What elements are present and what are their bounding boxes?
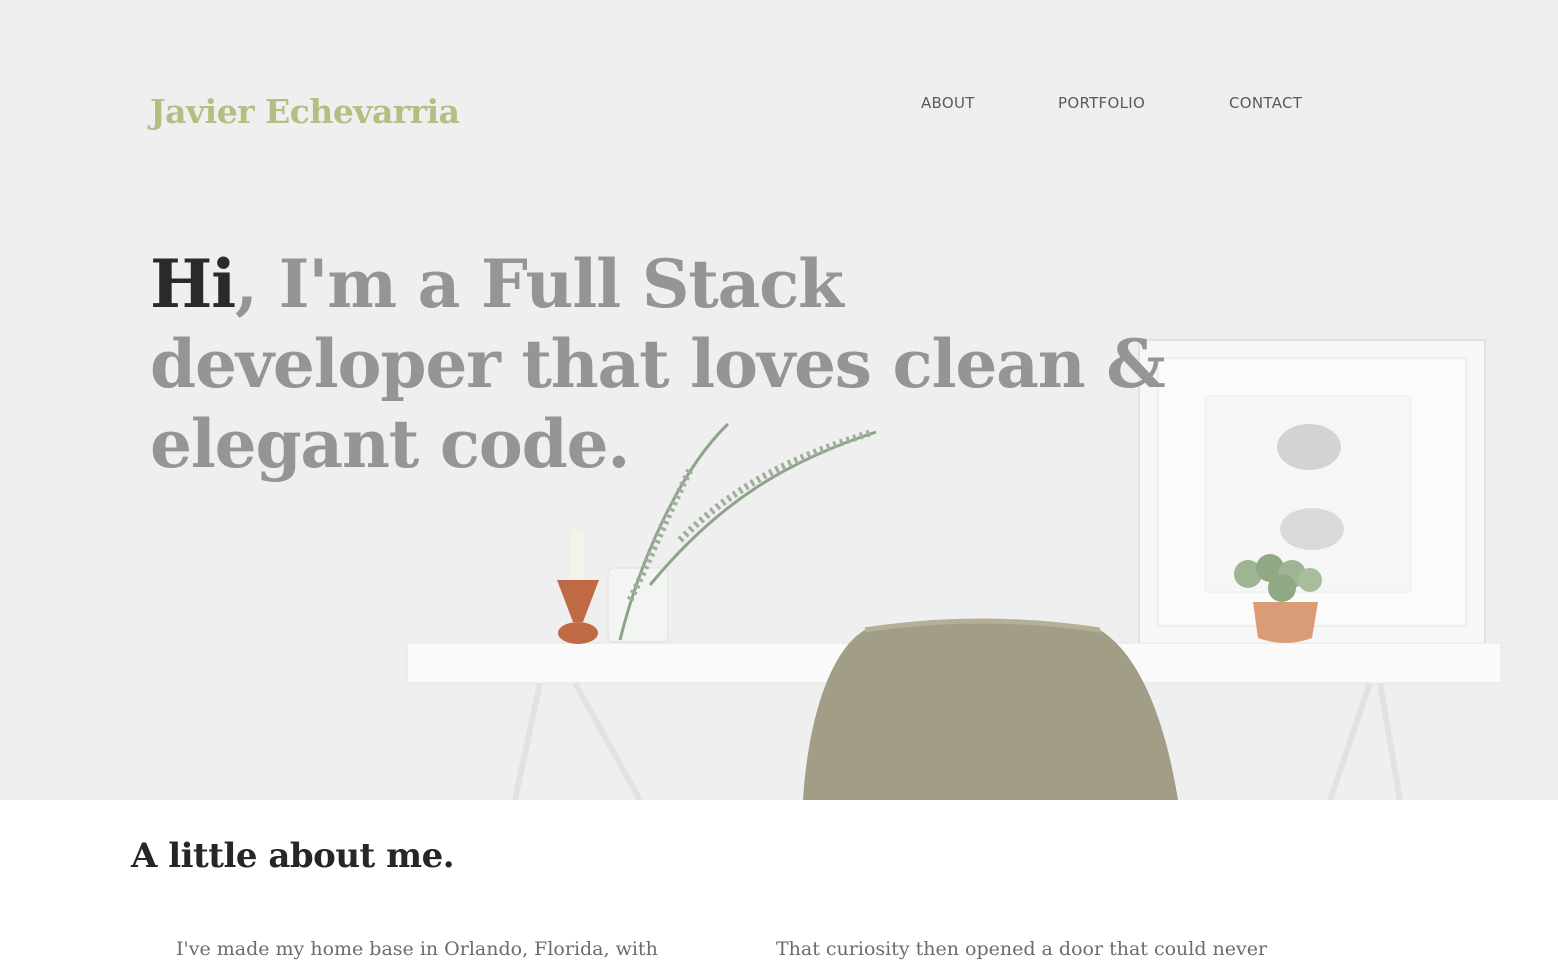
hero-greeting: Hi	[150, 245, 236, 323]
nav-portfolio-link[interactable]: PORTFOLIO	[1058, 94, 1145, 112]
hero-section: Javier Echevarria ABOUT PORTFOLIO CONTAC…	[0, 0, 1558, 800]
main-nav: ABOUT PORTFOLIO CONTACT	[0, 94, 1558, 114]
about-paragraph-right: That curiosity then opened a door that c…	[776, 938, 1268, 960]
nav-contact-link[interactable]: CONTACT	[1229, 94, 1302, 112]
about-section-title: A little about me.	[131, 836, 455, 876]
hero-headline-text: , I'm a Full Stack developer that loves …	[150, 245, 1166, 483]
about-paragraph-left: I've made my home base in Orlando, Flori…	[176, 938, 658, 960]
hero-headline: Hi, I'm a Full Stack developer that love…	[150, 244, 1200, 484]
nav-about-link[interactable]: ABOUT	[921, 94, 975, 112]
